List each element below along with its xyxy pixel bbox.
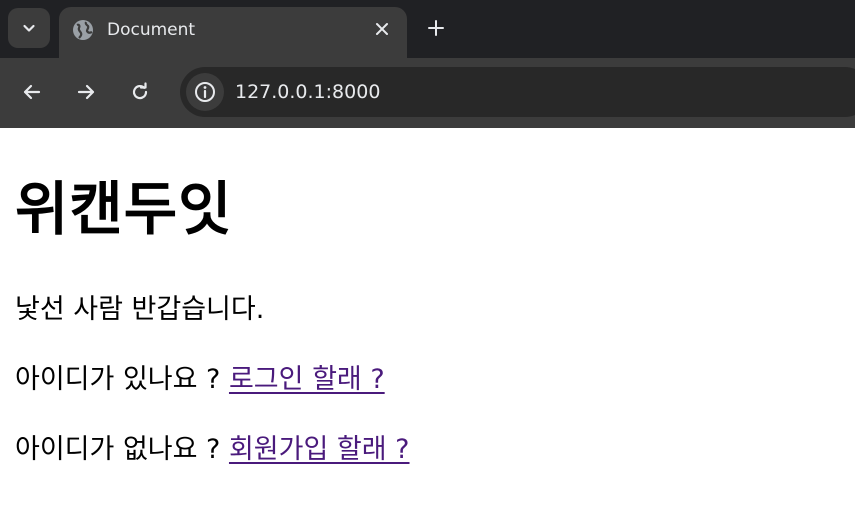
close-icon: [376, 23, 388, 35]
browser-tab[interactable]: Document: [59, 7, 407, 58]
arrow-right-icon: [77, 84, 95, 100]
globe-icon: [73, 20, 93, 40]
reload-button[interactable]: [123, 75, 157, 109]
login-prompt-text: 아이디가 있나요 ?: [15, 364, 229, 395]
url-text[interactable]: 127.0.0.1:8000: [235, 80, 380, 104]
login-link[interactable]: 로그인 할래 ?: [229, 364, 385, 395]
new-tab-button[interactable]: [420, 12, 452, 44]
browser-toolbar: 127.0.0.1:8000: [0, 58, 855, 128]
tab-search-button[interactable]: [8, 8, 50, 48]
signup-prompt: 아이디가 없나요 ? 회원가입 할래 ?: [15, 432, 410, 468]
signup-link[interactable]: 회원가입 할래 ?: [229, 434, 410, 465]
signup-prompt-text: 아이디가 없나요 ?: [15, 434, 229, 465]
reload-icon: [132, 82, 148, 100]
chevron-down-icon: [23, 24, 35, 32]
page-content: 위캔두잇 낯선 사람 반갑습니다. 아이디가 있나요 ? 로그인 할래 ? 아이…: [0, 128, 855, 505]
address-bar[interactable]: 127.0.0.1:8000: [180, 67, 855, 117]
login-prompt: 아이디가 있나요 ? 로그인 할래 ?: [15, 362, 385, 398]
plus-icon: [428, 20, 444, 36]
site-info-button[interactable]: [186, 73, 224, 111]
arrow-left-icon: [23, 84, 41, 100]
back-button[interactable]: [15, 75, 49, 109]
info-icon: [195, 82, 215, 102]
tab-close-button[interactable]: [370, 17, 394, 41]
tab-strip: Document: [0, 0, 855, 58]
forward-button[interactable]: [69, 75, 103, 109]
page-title: 위캔두잇: [15, 175, 233, 243]
tab-title: Document: [107, 20, 196, 40]
greeting-text: 낯선 사람 반갑습니다.: [15, 294, 265, 325]
